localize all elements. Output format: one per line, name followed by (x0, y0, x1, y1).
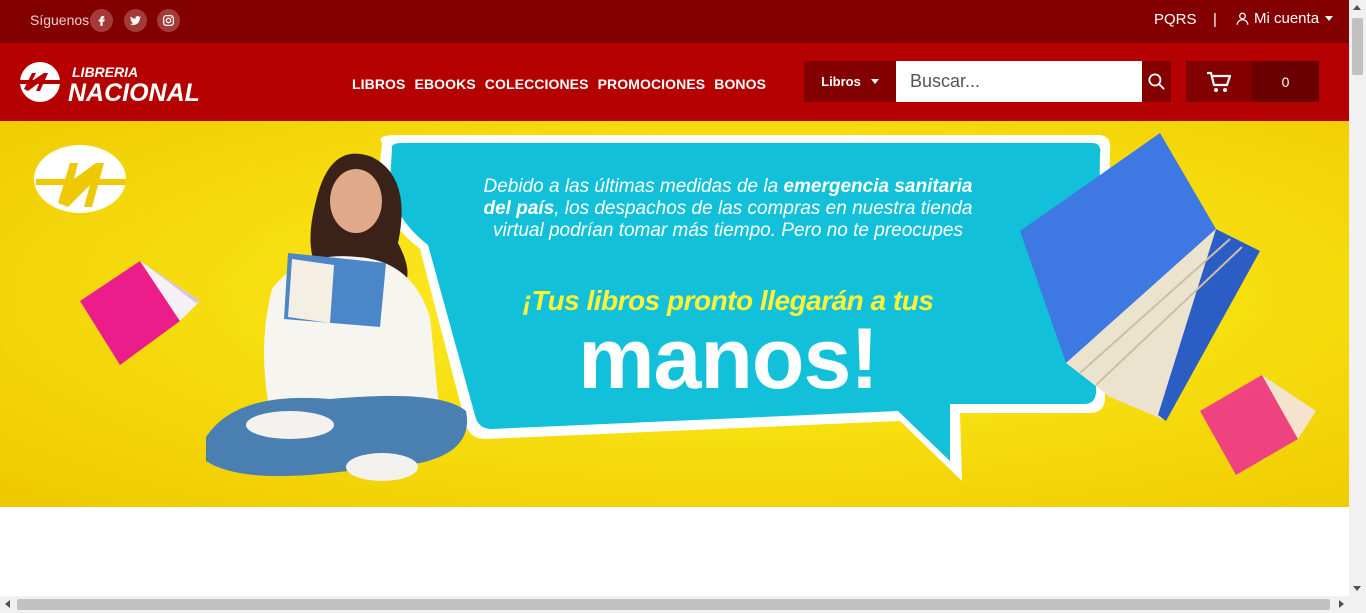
cart-icon-wrap (1186, 61, 1252, 102)
category-label: Libros (821, 74, 861, 89)
nav-bonos[interactable]: BONOS (714, 76, 766, 92)
nav-libros[interactable]: LIBROS (352, 76, 406, 92)
scroll-left-icon[interactable] (5, 600, 10, 608)
search-input[interactable] (896, 61, 1142, 102)
cart-button[interactable]: 0 (1186, 61, 1319, 102)
svg-text:NACIONAL: NACIONAL (68, 79, 200, 103)
svg-text:LIBRERIA: LIBRERIA (72, 64, 138, 80)
top-bar: Síguenos PQRS | Mi cuenta (0, 0, 1349, 43)
search-button[interactable] (1142, 61, 1171, 102)
search-icon (1148, 73, 1165, 90)
scroll-right-icon[interactable] (1339, 600, 1344, 608)
vertical-scrollbar[interactable] (1349, 0, 1366, 596)
cart-count: 0 (1252, 61, 1319, 102)
nav-colecciones[interactable]: COLECCIONES (485, 76, 589, 92)
cart-icon (1207, 71, 1232, 92)
pink-book-right (1200, 375, 1316, 475)
message-text-1: Debido a las últimas medidas de la (483, 176, 784, 197)
main-nav: LIBROS EBOOKS COLECCIONES PROMOCIONES BO… (352, 76, 766, 92)
vertical-scroll-thumb[interactable] (1352, 18, 1363, 75)
logo[interactable]: LIBRERIA NACIONAL (14, 61, 219, 107)
user-icon (1236, 12, 1249, 25)
account-label: Mi cuenta (1254, 10, 1320, 27)
banner-big-text: manos! (578, 311, 879, 407)
scroll-down-icon[interactable] (1353, 586, 1361, 591)
pqrs-link[interactable]: PQRS (1154, 11, 1197, 28)
twitter-icon[interactable] (124, 9, 147, 32)
banner-logo-icon (34, 145, 126, 213)
caret-down-icon (870, 79, 879, 84)
logo-icon: LIBRERIA NACIONAL (20, 62, 200, 107)
instagram-icon[interactable] (157, 9, 180, 32)
page: Síguenos PQRS | Mi cuenta LIBRERIA NACIO… (0, 0, 1366, 613)
separator: | (1213, 11, 1217, 28)
horizontal-scrollbar[interactable] (0, 596, 1366, 613)
category-select[interactable]: Libros (804, 61, 896, 102)
horizontal-scroll-thumb[interactable] (17, 599, 1330, 610)
account-menu[interactable]: Mi cuenta (1235, 10, 1334, 27)
nav-promociones[interactable]: PROMOCIONES (598, 76, 706, 92)
banner-message: Debido a las últimas medidas de la emerg… (478, 176, 978, 242)
facebook-icon[interactable] (90, 9, 113, 32)
main-header: LIBRERIA NACIONAL LIBROS EBOOKS COLECCIO… (0, 43, 1349, 121)
pink-book-left (80, 261, 200, 365)
follow-label: Síguenos (30, 12, 90, 28)
hero-banner[interactable]: Debido a las últimas medidas de la emerg… (0, 121, 1349, 507)
caret-down-icon (1325, 16, 1334, 21)
message-text-2: , los despachos de las compras en nuestr… (493, 198, 973, 241)
scroll-up-icon[interactable] (1353, 5, 1361, 10)
nav-ebooks[interactable]: EBOOKS (415, 76, 476, 92)
